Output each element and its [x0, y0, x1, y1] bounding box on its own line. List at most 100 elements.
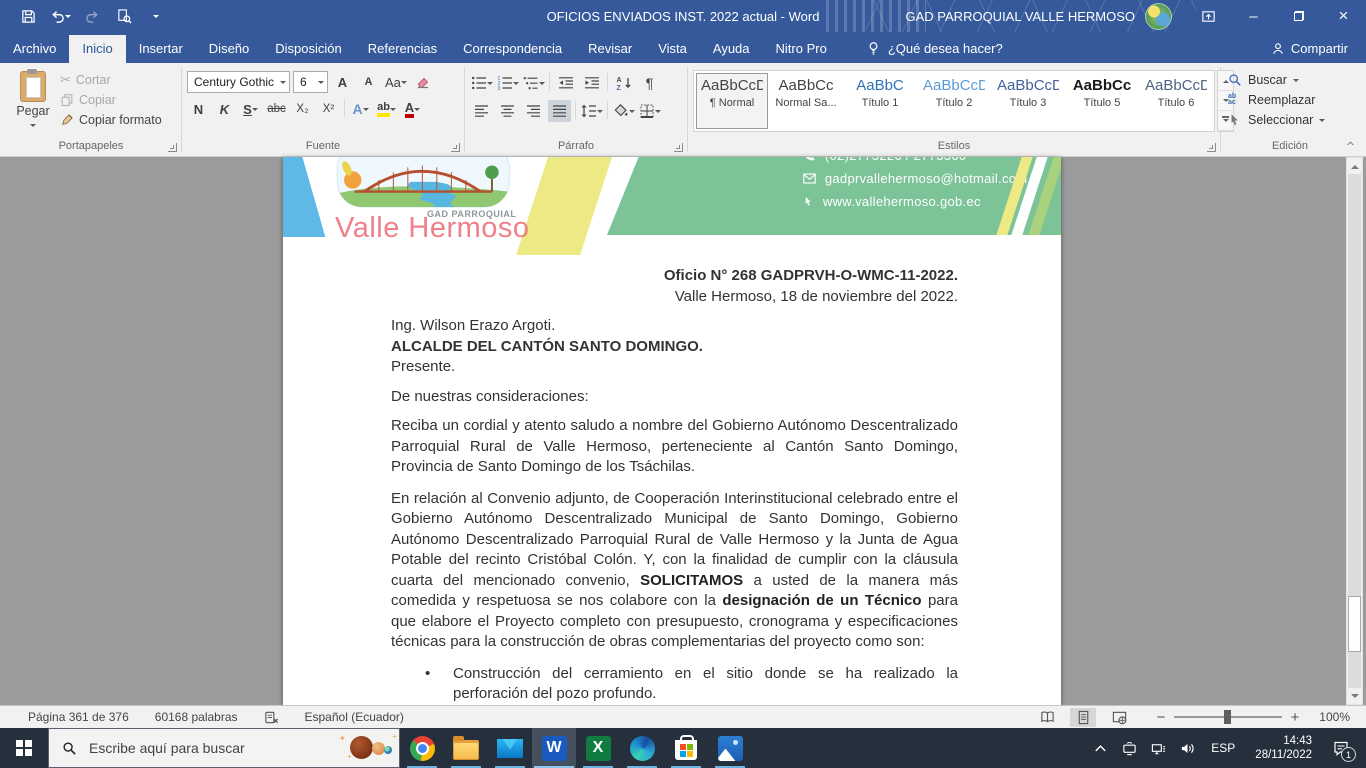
zoom-slider-thumb[interactable]	[1224, 710, 1231, 724]
input-language-indicator[interactable]: ESP	[1203, 741, 1243, 755]
search-highlight-image[interactable]: ✦ + +	[337, 729, 399, 767]
borders-button[interactable]	[638, 100, 661, 122]
tab-vista[interactable]: Vista	[645, 35, 700, 63]
scroll-down-button[interactable]	[1347, 688, 1362, 704]
bullets-button[interactable]	[470, 72, 493, 94]
tray-expand-button[interactable]	[1087, 728, 1114, 768]
sort-button[interactable]	[612, 72, 635, 94]
zoom-in-button[interactable]: +	[1290, 709, 1300, 726]
font-color-button[interactable]: A	[401, 98, 424, 120]
style-titulo-6[interactable]: AaBbCcDc Título 6	[1140, 73, 1212, 129]
change-case-button[interactable]: Aa	[383, 71, 409, 93]
tray-volume-button[interactable]	[1174, 728, 1201, 768]
shrink-font-button[interactable]: A	[357, 71, 380, 93]
find-caret[interactable]	[1292, 78, 1299, 85]
ribbon-display-options-button[interactable]	[1186, 0, 1231, 32]
proofing-errors-icon[interactable]	[264, 710, 279, 725]
minimize-button[interactable]: –	[1231, 0, 1276, 32]
decrease-indent-button[interactable]	[554, 72, 577, 94]
highlight-button[interactable]: ab	[375, 98, 398, 120]
align-right-button[interactable]	[522, 100, 545, 122]
replace-button[interactable]: ab ac Reemplazar	[1228, 90, 1325, 109]
borders-caret[interactable]	[654, 110, 661, 116]
tab-diseno[interactable]: Diseño	[196, 35, 262, 63]
multilevel-caret[interactable]	[538, 82, 545, 88]
taskbar-mail-button[interactable]	[488, 728, 532, 768]
multilevel-list-button[interactable]	[522, 72, 545, 94]
tab-revisar[interactable]: Revisar	[575, 35, 645, 63]
show-formatting-marks-button[interactable]: ¶	[638, 72, 661, 94]
action-center-button[interactable]: 1	[1324, 728, 1358, 768]
bold-button[interactable]: N	[187, 98, 210, 120]
tab-correspondencia[interactable]: Correspondencia	[450, 35, 575, 63]
tab-inicio[interactable]: Inicio	[69, 35, 126, 63]
tray-meet-now-button[interactable]	[1116, 728, 1143, 768]
select-caret[interactable]	[1319, 118, 1326, 125]
superscript-button[interactable]: X²	[317, 98, 340, 120]
redo-button[interactable]	[78, 3, 106, 29]
numbering-button[interactable]	[496, 72, 519, 94]
account-avatar[interactable]	[1145, 2, 1172, 30]
taskbar-word-button[interactable]: W	[532, 728, 576, 768]
scroll-up-button[interactable]	[1347, 158, 1362, 174]
text-effects-button[interactable]: A	[349, 98, 372, 120]
taskbar-edge-button[interactable]	[620, 728, 664, 768]
cut-button[interactable]: ✂ Cortar	[60, 71, 162, 89]
style-normal[interactable]: AaBbCcD ¶ Normal	[696, 73, 768, 129]
taskbar-chrome-button[interactable]	[400, 728, 444, 768]
style-normal-sa[interactable]: AaBbCc Normal Sa...	[770, 73, 842, 129]
taskbar-file-explorer-button[interactable]	[444, 728, 488, 768]
font-color-caret[interactable]	[414, 108, 421, 114]
paste-dropdown-caret[interactable]	[30, 124, 36, 130]
read-mode-button[interactable]	[1034, 708, 1060, 727]
language-indicator[interactable]: Español (Ecuador)	[305, 710, 404, 724]
collapse-ribbon-button[interactable]	[1345, 135, 1356, 153]
underline-button[interactable]: S	[239, 98, 262, 120]
paragraph-dialog-launcher[interactable]	[674, 143, 683, 152]
subscript-button[interactable]: X₂	[291, 98, 314, 120]
line-spacing-caret[interactable]	[596, 110, 603, 116]
tab-archivo[interactable]: Archivo	[0, 35, 69, 63]
tab-disposicion[interactable]: Disposición	[262, 35, 354, 63]
maximize-restore-button[interactable]	[1276, 0, 1321, 32]
strikethrough-button[interactable]: abc	[265, 98, 288, 120]
font-dialog-launcher[interactable]	[451, 143, 460, 152]
justify-button[interactable]	[548, 100, 571, 122]
copy-button[interactable]: Copiar	[60, 91, 162, 109]
shading-button[interactable]	[612, 100, 635, 122]
search-input[interactable]	[87, 739, 337, 757]
undo-dropdown-caret[interactable]	[64, 14, 71, 21]
undo-button[interactable]	[46, 3, 74, 29]
style-titulo-2[interactable]: AaBbCcD Título 2	[918, 73, 990, 129]
grow-font-button[interactable]: A	[331, 71, 354, 93]
zoom-level[interactable]: 100%	[1310, 710, 1350, 724]
style-titulo-3[interactable]: AaBbCcD Título 3	[992, 73, 1064, 129]
tray-network-button[interactable]	[1145, 728, 1172, 768]
find-button[interactable]: Buscar	[1228, 70, 1325, 89]
save-button[interactable]	[14, 3, 42, 29]
highlight-caret[interactable]	[389, 108, 396, 114]
tab-nitro-pro[interactable]: Nitro Pro	[763, 35, 840, 63]
line-spacing-button[interactable]	[580, 100, 603, 122]
clipboard-dialog-launcher[interactable]	[168, 143, 177, 152]
taskbar-store-button[interactable]	[664, 728, 708, 768]
start-button[interactable]	[0, 728, 48, 768]
format-painter-button[interactable]: Copiar formato	[60, 111, 162, 129]
font-family-combobox[interactable]: Century Gothic	[187, 71, 290, 93]
tab-referencias[interactable]: Referencias	[355, 35, 450, 63]
close-button[interactable]: ×	[1321, 0, 1366, 32]
print-preview-button[interactable]	[110, 3, 138, 29]
zoom-slider-track[interactable]	[1174, 710, 1282, 724]
zoom-out-button[interactable]: −	[1156, 709, 1166, 726]
print-layout-button[interactable]	[1070, 707, 1096, 727]
tab-ayuda[interactable]: Ayuda	[700, 35, 763, 63]
clear-formatting-button[interactable]	[412, 71, 435, 93]
styles-dialog-launcher[interactable]	[1207, 143, 1216, 152]
select-button[interactable]: Seleccionar	[1228, 110, 1326, 129]
bullets-caret[interactable]	[486, 82, 493, 88]
tell-me-box[interactable]: ¿Qué desea hacer?	[866, 41, 1003, 63]
align-center-button[interactable]	[496, 100, 519, 122]
clock[interactable]: 14:43 28/11/2022	[1245, 734, 1322, 762]
customize-quick-access-button[interactable]	[142, 3, 170, 29]
web-layout-button[interactable]	[1106, 708, 1132, 727]
